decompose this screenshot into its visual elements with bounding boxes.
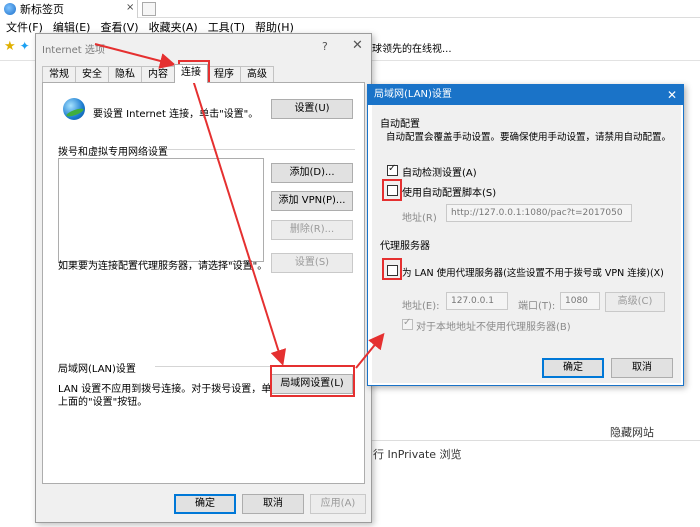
port-input[interactable]: 1080 — [560, 292, 600, 310]
tab-privacy[interactable]: 隐私 — [108, 66, 142, 83]
auto-detect-checkbox[interactable] — [387, 163, 398, 176]
port-label: 端口(T): — [518, 301, 556, 312]
settings-button[interactable]: 设置(S) — [271, 253, 353, 273]
browser-tab-bar: 新标签页 × — [0, 0, 700, 18]
dialup-heading: 拨号和虚拟专用网络设置 — [58, 147, 168, 158]
tab-connections[interactable]: 连接 — [174, 64, 208, 83]
bypass-local-checkbox[interactable] — [402, 317, 413, 330]
proxy-address-label: 地址(E): — [402, 301, 440, 312]
favorite-link[interactable]: 球领先的在线视... — [372, 40, 452, 55]
lan-ok-button[interactable]: 确定 — [542, 358, 604, 378]
apply-button[interactable]: 应用(A) — [310, 494, 366, 514]
hidden-sites-link[interactable]: 隐藏网站 — [610, 424, 654, 440]
tab-strip: 常规 安全 隐私 内容 连接 程序 高级 — [42, 64, 274, 83]
favorites-star-icon[interactable]: ★ — [4, 39, 16, 54]
cancel-button[interactable]: 取消 — [242, 494, 304, 514]
internet-options-dialog: Internet 选项 ? ✕ 常规 安全 隐私 内容 连接 程序 高级 要设置… — [35, 33, 372, 523]
auto-config-desc: 自动配置会覆盖手动设置。要确保使用手动设置，请禁用自动配置。 — [386, 132, 672, 143]
setup-button[interactable]: 设置(U) — [271, 99, 353, 119]
close-icon[interactable]: ✕ — [667, 85, 677, 105]
add-vpn-button[interactable]: 添加 VPN(P)... — [271, 191, 353, 211]
browser-tab-title: 新标签页 — [20, 3, 64, 16]
page-divider — [370, 440, 700, 441]
script-address-input[interactable]: http://127.0.0.1:1080/pac?t=2017050 — [446, 204, 632, 222]
tab-content[interactable]: 内容 — [141, 66, 175, 83]
tab-security[interactable]: 安全 — [75, 66, 109, 83]
lan-desc-line2: 上面的"设置"按钮。 — [58, 397, 148, 408]
auto-config-heading: 自动配置 — [380, 119, 420, 130]
setup-text: 要设置 Internet 连接，单击"设置"。 — [93, 109, 259, 120]
lan-cancel-button[interactable]: 取消 — [611, 358, 673, 378]
script-address-label: 地址(R) — [402, 213, 437, 224]
close-tab-icon[interactable]: × — [126, 2, 134, 13]
tab-general[interactable]: 常规 — [42, 66, 76, 83]
connections-panel: 要设置 Internet 连接，单击"设置"。 设置(U) 拨号和虚拟专用网络设… — [42, 82, 365, 484]
use-proxy-label: 为 LAN 使用代理服务器(这些设置不用于拨号或 VPN 连接)(X) — [402, 268, 664, 279]
highlight-use-proxy — [382, 258, 402, 280]
proxy-hint: 如果要为连接配置代理服务器，请选择"设置"。 — [58, 261, 268, 272]
inprivate-link[interactable]: 行 InPrivate 浏览 — [373, 446, 462, 462]
help-icon[interactable]: ? — [322, 40, 328, 53]
advanced-button[interactable]: 高级(C) — [605, 292, 665, 312]
auto-detect-label: 自动检测设置(A) — [402, 168, 477, 179]
highlight-use-script — [382, 179, 402, 201]
lan-settings-dialog: 局域网(LAN)设置 ✕ 自动配置 自动配置会覆盖手动设置。要确保使用手动设置，… — [367, 84, 684, 386]
ie-tab-icon — [4, 3, 16, 15]
close-icon[interactable]: ✕ — [352, 38, 363, 53]
globe-icon — [63, 98, 85, 120]
dialog-title: Internet 选项 — [42, 45, 105, 56]
use-script-label: 使用自动配置脚本(S) — [402, 188, 497, 199]
highlight-lan-button — [270, 365, 355, 397]
tab-advanced[interactable]: 高级 — [240, 66, 274, 83]
group-divider — [165, 149, 355, 150]
remove-button[interactable]: 删除(R)... — [271, 220, 353, 240]
add-button[interactable]: 添加(D)... — [271, 163, 353, 183]
proxy-heading: 代理服务器 — [380, 241, 430, 252]
bypass-local-label: 对于本地地址不使用代理服务器(B) — [416, 322, 571, 333]
proxy-address-input[interactable]: 127.0.0.1 — [446, 292, 508, 310]
connection-list[interactable] — [58, 158, 264, 262]
tab-programs[interactable]: 程序 — [207, 66, 241, 83]
twitter-bird-icon[interactable]: ✦ — [20, 39, 30, 53]
new-tab-button[interactable] — [142, 2, 156, 16]
ok-button[interactable]: 确定 — [174, 494, 236, 514]
lan-heading: 局域网(LAN)设置 — [58, 364, 136, 375]
lan-dialog-title: 局域网(LAN)设置 — [374, 89, 452, 100]
browser-tab[interactable]: 新标签页 × — [0, 0, 138, 18]
lan-titlebar: 局域网(LAN)设置 ✕ — [368, 85, 683, 105]
lan-body: 自动配置 自动配置会覆盖手动设置。要确保使用手动设置，请禁用自动配置。 自动检测… — [372, 105, 681, 383]
